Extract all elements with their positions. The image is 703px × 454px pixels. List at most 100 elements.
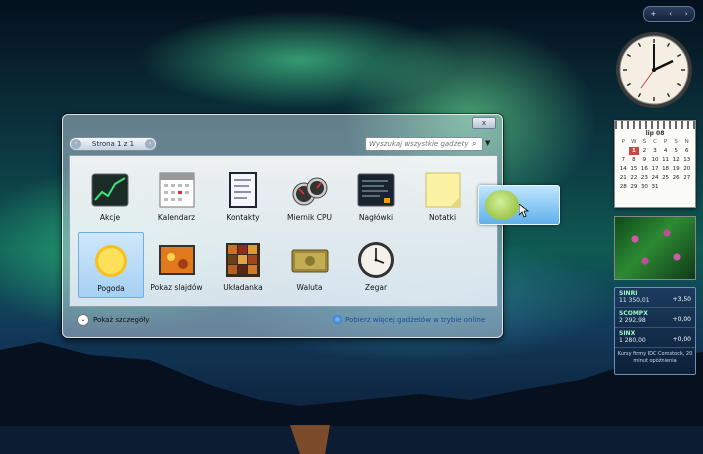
calendar-grid: P W Ś C P S N 1 2 3 4 5 6 7 8 9 10 11 12 13 14 15 16 17 18 19 20 21… <box>615 137 695 192</box>
calendar-day[interactable]: 27 <box>681 174 692 182</box>
gallery-footer: ⌄ Pokaż szczegóły Pobierz więcej gadżetó… <box>69 307 496 331</box>
calendar-day[interactable]: 5 <box>671 147 682 155</box>
calendar-day-header: S <box>674 139 678 145</box>
calendar-day[interactable]: 15 <box>629 165 640 173</box>
gadget-label: Kontakty <box>226 213 260 222</box>
slideshow-gadget[interactable] <box>614 216 696 280</box>
stocks-footer: Kursy firmy IDC Comstock, 20 minut opóźn… <box>617 351 693 364</box>
gadget-label: Zegar <box>364 283 388 292</box>
calendar-day[interactable]: 11 <box>660 156 671 164</box>
gadget-tile-headlines[interactable]: Nagłówki <box>344 162 408 226</box>
calendar-day <box>681 183 692 191</box>
mountain-silhouette <box>0 342 703 454</box>
stock-row[interactable]: SCOMPX 2 292,98 +0,00 <box>615 308 695 328</box>
close-button[interactable]: x <box>472 117 496 129</box>
gadget-tile-currency[interactable]: Waluta <box>278 232 342 296</box>
calendar-day <box>618 147 629 155</box>
calendar-day[interactable]: 28 <box>618 183 629 191</box>
calendar-day[interactable]: 18 <box>660 165 671 173</box>
search-icon[interactable]: ⌕ <box>472 139 476 149</box>
sidebar-prev-button[interactable]: ‹ <box>669 10 672 18</box>
calendar-day[interactable]: 16 <box>639 165 650 173</box>
calendar-day-header: P <box>621 139 625 145</box>
next-page-button[interactable]: › <box>145 139 155 149</box>
gadget-tile-clock[interactable]: Zegar <box>344 232 408 296</box>
calendar-day-header: Ś <box>642 139 647 145</box>
calendar-icon <box>159 172 194 208</box>
calendar-day <box>671 183 682 191</box>
gadget-tile-contacts[interactable]: Kontakty <box>211 162 275 226</box>
calendar-day[interactable]: 1 <box>628 147 640 155</box>
stocks-icon <box>91 173 129 207</box>
contacts-icon <box>229 172 257 208</box>
show-details-button[interactable]: ⌄ Pokaż szczegóły <box>77 314 149 326</box>
calendar-day[interactable]: 2 <box>639 147 650 155</box>
prev-page-button[interactable]: ‹ <box>71 139 81 149</box>
calendar-day[interactable]: 17 <box>650 165 661 173</box>
gadget-tile-puzzle[interactable]: Układanka <box>211 232 275 296</box>
calendar-day[interactable]: 4 <box>660 147 671 155</box>
sidebar-nav-bar: + ‹ › <box>643 6 695 22</box>
calendar-day-header: P <box>663 139 668 145</box>
calendar-day[interactable]: 25 <box>660 174 671 182</box>
gadget-tile-weather[interactable]: Pogoda <box>78 232 144 298</box>
calendar-day[interactable]: 13 <box>681 156 692 164</box>
calendar-day[interactable]: 30 <box>639 183 650 191</box>
calendar-gadget[interactable]: lip 08 P W Ś C P S N 1 2 3 4 5 6 7 8 9 10 11 12 13 14 15 16 17 1… <box>614 120 696 208</box>
calendar-day[interactable]: 21 <box>618 174 629 182</box>
gadget-tile-stocks[interactable]: Akcje <box>78 162 142 226</box>
gadget-tile-slideshow[interactable]: Pokaz slajdów <box>145 232 209 296</box>
calendar-rings <box>615 121 695 129</box>
clock-gadget[interactable] <box>613 30 695 110</box>
get-more-gadgets-link[interactable]: Pobierz więcej gadżetów w trybie online <box>333 315 485 324</box>
gadget-label: Miernik CPU <box>287 213 332 222</box>
gadget-label: Akcje <box>99 213 121 222</box>
calendar-day[interactable]: 19 <box>671 165 682 173</box>
page-indicator: Strona 1 z 1 <box>91 140 135 148</box>
calendar-day[interactable]: 22 <box>629 174 640 182</box>
stock-row[interactable]: SINX 1 280,00 +0,00 <box>615 328 695 348</box>
calendar-day[interactable]: 7 <box>618 156 629 164</box>
calendar-day[interactable]: 12 <box>671 156 682 164</box>
search-dropdown-icon[interactable]: ▼ <box>485 139 490 147</box>
calendar-day[interactable]: 20 <box>681 165 692 173</box>
stocks-gadget[interactable]: SINRI 11 350,01 +3,50 SCOMPX 2 292,98 +0,00 SI… <box>614 287 696 375</box>
gadget-tile-cpu-meter[interactable]: Miernik CPU <box>278 162 342 226</box>
headlines-icon <box>357 173 395 207</box>
stock-row[interactable]: SINRI 11 350,01 +3,50 <box>615 288 695 308</box>
calendar-day-header: N <box>684 139 689 145</box>
add-gadget-button[interactable]: + <box>650 10 656 18</box>
cpu-meter-icon <box>292 177 327 206</box>
calendar-day[interactable]: 14 <box>618 165 629 173</box>
search-box: ⌕ <box>365 137 483 151</box>
search-input[interactable] <box>366 139 472 149</box>
calendar-day[interactable]: 3 <box>650 147 661 155</box>
gadget-label: Nagłówki <box>358 213 394 222</box>
currency-icon <box>291 249 328 273</box>
gadget-label: Układanka <box>223 283 263 292</box>
dragged-weather-gadget[interactable] <box>478 185 560 225</box>
calendar-day[interactable]: 31 <box>650 183 661 191</box>
get-more-gadgets-label: Pobierz więcej gadżetów w trybie online <box>345 315 486 324</box>
calendar-day-header: W <box>631 139 637 145</box>
calendar-day[interactable]: 6 <box>681 147 692 155</box>
calendar-month: lip 08 <box>645 130 665 137</box>
calendar-day[interactable]: 10 <box>650 156 661 164</box>
gadget-tile-calendar[interactable]: Kalendarz <box>145 162 209 226</box>
calendar-day[interactable]: 8 <box>629 156 640 164</box>
calendar-day[interactable]: 26 <box>671 174 682 182</box>
calendar-day[interactable]: 29 <box>629 183 640 191</box>
calendar-day[interactable]: 24 <box>650 174 661 182</box>
pager: ‹ Strona 1 z 1 › <box>69 137 157 151</box>
weather-preview-icon <box>485 190 519 220</box>
gadget-label: Pogoda <box>97 284 125 293</box>
stock-change: +0,00 <box>672 316 691 323</box>
gadget-tile-notes[interactable]: Notatki <box>411 162 475 226</box>
calendar-day[interactable]: 9 <box>639 156 650 164</box>
weather-icon <box>95 245 127 277</box>
calendar-day[interactable]: 23 <box>639 174 650 182</box>
gadget-label: Waluta <box>296 283 323 292</box>
gadget-gallery-window: x ‹ Strona 1 z 1 › ⌕ ▼ Akcje Kalendarz Kon… <box>62 114 503 338</box>
globe-icon <box>333 315 342 324</box>
sidebar-next-button[interactable]: › <box>685 10 688 18</box>
